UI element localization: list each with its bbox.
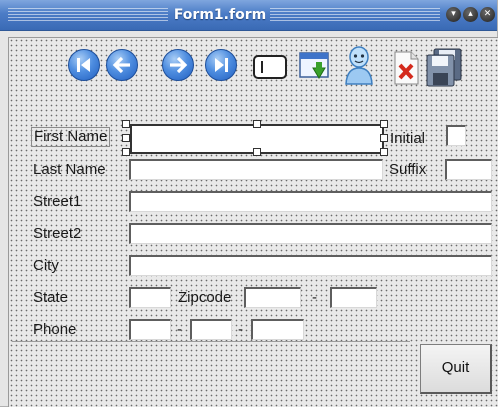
initial-label: Initial bbox=[390, 130, 426, 147]
street2-label: Street2 bbox=[33, 225, 82, 242]
phone-line-input[interactable] bbox=[251, 319, 304, 340]
last-record-icon[interactable] bbox=[205, 49, 237, 81]
zipcode-separator: - bbox=[312, 289, 317, 306]
user-icon[interactable] bbox=[343, 46, 375, 90]
street1-label: Street1 bbox=[33, 193, 82, 210]
phone-label: Phone bbox=[33, 321, 77, 338]
street2-input[interactable] bbox=[129, 223, 492, 244]
phone-separator-1: - bbox=[177, 321, 182, 338]
delete-icon[interactable] bbox=[391, 51, 421, 89]
street1-input[interactable] bbox=[129, 191, 492, 212]
suffix-input[interactable] bbox=[445, 159, 492, 180]
initial-input[interactable] bbox=[446, 125, 466, 146]
last-name-input[interactable] bbox=[129, 159, 383, 180]
maximize-icon[interactable]: ▴ bbox=[463, 7, 478, 22]
last-name-label: Last Name bbox=[33, 161, 106, 178]
state-input[interactable] bbox=[129, 287, 171, 308]
resize-handle-top-middle[interactable] bbox=[253, 120, 261, 128]
resize-handle-bottom-right[interactable] bbox=[380, 148, 388, 156]
first-record-icon[interactable] bbox=[68, 49, 100, 81]
resize-handle-bottom-middle[interactable] bbox=[253, 148, 261, 156]
resize-handle-top-right[interactable] bbox=[380, 120, 388, 128]
state-label: State bbox=[33, 289, 69, 306]
phone-separator-2: - bbox=[238, 321, 243, 338]
text-box-icon[interactable] bbox=[253, 55, 287, 83]
first-name-label: First Name bbox=[31, 127, 111, 147]
zipcode-input[interactable] bbox=[244, 287, 301, 308]
window-title: Form1.form bbox=[173, 7, 267, 23]
quit-button[interactable]: Quit bbox=[420, 344, 492, 394]
bottom-divider bbox=[12, 341, 410, 342]
phone-area-code-input[interactable] bbox=[129, 319, 171, 340]
title-bar[interactable]: Form1.form ▾ ▴ ✕ bbox=[0, 0, 497, 31]
save-disk-icon[interactable] bbox=[425, 47, 463, 91]
resize-handle-middle-left[interactable] bbox=[122, 134, 130, 142]
city-input[interactable] bbox=[129, 255, 492, 276]
zipcode-label: Zipcode bbox=[178, 289, 232, 306]
resize-handle-bottom-left[interactable] bbox=[122, 148, 130, 156]
resize-handle-middle-right[interactable] bbox=[380, 134, 388, 142]
previous-record-icon[interactable] bbox=[106, 49, 138, 81]
form-window: Form1.form ▾ ▴ ✕ First Name Initial Last… bbox=[0, 0, 498, 407]
city-label: City bbox=[33, 257, 59, 274]
resize-handle-top-left[interactable] bbox=[122, 120, 130, 128]
next-record-icon[interactable] bbox=[162, 49, 194, 81]
zipcode-extension-input[interactable] bbox=[330, 287, 377, 308]
minimize-icon[interactable]: ▾ bbox=[446, 7, 461, 22]
download-window-icon[interactable] bbox=[298, 50, 332, 88]
close-icon[interactable]: ✕ bbox=[480, 7, 495, 22]
suffix-label: Suffix bbox=[389, 161, 427, 178]
phone-prefix-input[interactable] bbox=[190, 319, 232, 340]
